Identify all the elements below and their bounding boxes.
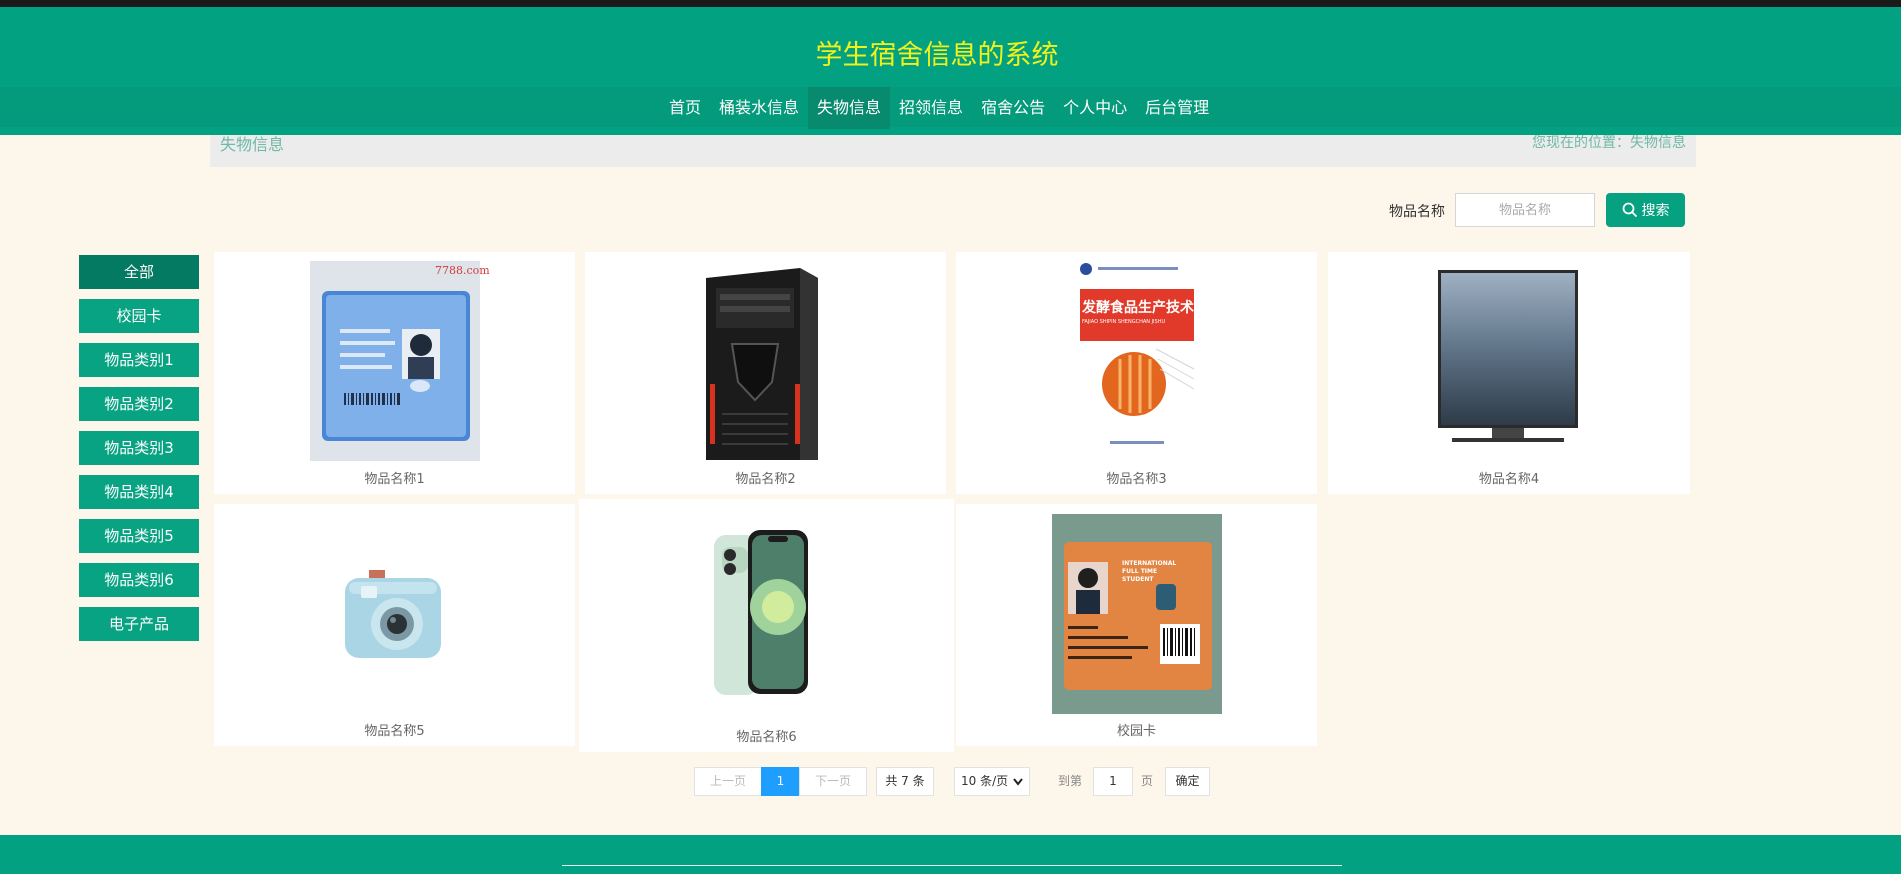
book-cover-subtitle: FAJIAO SHIPIN SHENGCHAN JISHU bbox=[1082, 319, 1166, 325]
nav-item-lost-items[interactable]: 失物信息 bbox=[808, 87, 891, 129]
page-unit-label: 页 bbox=[1141, 774, 1154, 788]
pagination-next[interactable]: 下一页 bbox=[799, 767, 867, 796]
item-image-student-card: INTERNATIONAL FULL TIME STUDENT bbox=[1052, 514, 1222, 714]
category-campus-card[interactable]: 校园卡 bbox=[79, 299, 199, 333]
item-card[interactable]: 物品名称4 bbox=[1328, 252, 1690, 494]
category-sidebar: 全部 校园卡 物品类别1 物品类别2 物品类别3 物品类别4 物品类别5 物品类… bbox=[79, 255, 199, 651]
item-image-id-card: 7788.com bbox=[310, 261, 490, 461]
footer-divider bbox=[562, 865, 1342, 866]
nav-item-found-items[interactable]: 招领信息 bbox=[890, 87, 972, 129]
search-button-label: 搜索 bbox=[1641, 203, 1670, 219]
student-card-header: INTERNATIONAL FULL TIME STUDENT bbox=[1122, 560, 1177, 583]
chevron-down-icon bbox=[1013, 778, 1023, 786]
main-nav: 首页 桶装水信息 失物信息 招领信息 宿舍公告 个人中心 后台管理 bbox=[660, 87, 1218, 129]
item-card[interactable]: 物品名称5 bbox=[214, 504, 575, 746]
site-title: 学生宿舍信息的系统 bbox=[815, 40, 1059, 71]
category-type-3[interactable]: 物品类别3 bbox=[79, 431, 199, 465]
page-size-select[interactable]: 10 条/页 bbox=[954, 767, 1030, 796]
pagination-page-1[interactable]: 1 bbox=[761, 767, 800, 796]
breadcrumb: 失物信息 您现在的位置：失物信息 bbox=[210, 135, 1696, 167]
item-image-tv bbox=[1432, 270, 1584, 460]
item-card[interactable]: INTERNATIONAL FULL TIME STUDENT 校园卡 bbox=[956, 504, 1317, 746]
search-input[interactable] bbox=[1455, 193, 1595, 227]
top-strip bbox=[0, 0, 1901, 7]
item-image-phone bbox=[708, 529, 818, 699]
nav-item-dorm-notice[interactable]: 宿舍公告 bbox=[972, 87, 1054, 129]
goto-label: 到第 bbox=[1058, 774, 1083, 788]
search-button[interactable]: 搜索 bbox=[1606, 193, 1685, 227]
category-all[interactable]: 全部 bbox=[79, 255, 199, 289]
breadcrumb-location: 您现在的位置：失物信息 bbox=[1532, 135, 1686, 151]
category-type-4[interactable]: 物品类别4 bbox=[79, 475, 199, 509]
page-size-value: 10 条/页 bbox=[961, 774, 1009, 788]
page-title: 失物信息 bbox=[220, 135, 285, 154]
book-cover-title: 发酵食品生产技术 bbox=[1082, 300, 1194, 316]
item-name: 物品名称1 bbox=[364, 472, 425, 487]
item-image-pc-tower bbox=[702, 264, 822, 464]
item-image-book: 发酵食品生产技术 FAJIAO SHIPIN SHENGCHAN JISHU bbox=[1076, 259, 1196, 459]
nav-item-admin[interactable]: 后台管理 bbox=[1136, 87, 1218, 129]
nav-item-home[interactable]: 首页 bbox=[660, 87, 710, 129]
category-type-1[interactable]: 物品类别1 bbox=[79, 343, 199, 377]
goto-confirm-button[interactable]: 确定 bbox=[1165, 767, 1210, 796]
category-electronics[interactable]: 电子产品 bbox=[79, 607, 199, 641]
item-card[interactable]: 物品名称2 bbox=[585, 252, 946, 494]
item-name: 校园卡 bbox=[1116, 724, 1156, 739]
item-name: 物品名称6 bbox=[736, 730, 797, 745]
search-icon bbox=[1622, 202, 1637, 218]
item-image-watermark: 7788.com bbox=[435, 264, 490, 277]
pagination-total: 共 7 条 bbox=[876, 767, 934, 796]
item-name: 物品名称3 bbox=[1106, 472, 1167, 487]
category-type-2[interactable]: 物品类别2 bbox=[79, 387, 199, 421]
footer bbox=[0, 835, 1901, 874]
item-image-camera bbox=[339, 562, 449, 672]
category-type-6[interactable]: 物品类别6 bbox=[79, 563, 199, 597]
category-type-5[interactable]: 物品类别5 bbox=[79, 519, 199, 553]
item-card[interactable]: 发酵食品生产技术 FAJIAO SHIPIN SHENGCHAN JISHU 物… bbox=[956, 252, 1317, 494]
item-card[interactable]: 7788.com 物品名称1 bbox=[214, 252, 575, 494]
pagination-prev[interactable]: 上一页 bbox=[694, 767, 762, 796]
item-card[interactable]: 物品名称6 bbox=[579, 499, 954, 752]
item-name: 物品名称4 bbox=[1478, 472, 1540, 487]
nav-item-bottled-water[interactable]: 桶装水信息 bbox=[710, 87, 808, 129]
item-name: 物品名称5 bbox=[364, 724, 425, 739]
nav-item-personal-center[interactable]: 个人中心 bbox=[1054, 87, 1136, 129]
goto-page-input[interactable]: 1 bbox=[1093, 767, 1133, 796]
item-name: 物品名称2 bbox=[735, 472, 796, 487]
search-label: 物品名称 bbox=[1389, 204, 1445, 220]
